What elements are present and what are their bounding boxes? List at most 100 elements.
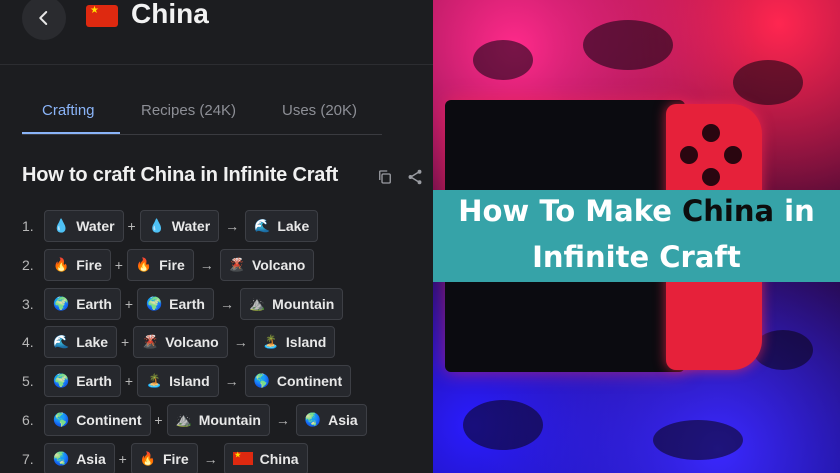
element-label: Fire <box>76 256 102 273</box>
element-chip[interactable]: 🌏 Asia <box>44 442 115 473</box>
element-emoji-icon: 🌏 <box>53 450 70 466</box>
recipe-step: 4. 🌊 Lake + 🌋 Volcano → 🏝️ Island <box>22 326 336 359</box>
recipe-step: 6. 🌎 Continent + ⛰️ Mountain → 🌏 Asia <box>22 404 367 436</box>
banner-line-2: Infinite Craft <box>532 240 741 274</box>
element-label: Lake <box>277 218 310 234</box>
element-chip[interactable]: 🏝️ Island <box>253 326 336 359</box>
tab-crafting[interactable]: Crafting <box>42 102 95 119</box>
texture-speck <box>583 20 673 70</box>
active-tab-indicator <box>22 132 120 134</box>
section-heading: How to craft China in Infinite Craft <box>22 164 339 186</box>
element-chip[interactable]: 🌊 Lake <box>245 210 319 242</box>
element-label: China <box>259 450 299 467</box>
element-chip[interactable]: 🌋 Volcano <box>219 248 315 281</box>
title-banner: How To Make China in Infinite Craft <box>433 190 840 282</box>
element-emoji-icon: 🔥 <box>139 450 156 466</box>
tab-uses[interactable]: Uses (20K) <box>282 102 357 119</box>
copy-icon[interactable] <box>376 168 394 186</box>
share-icon[interactable] <box>406 168 424 186</box>
element-chip[interactable]: 🔥 Fire <box>44 248 111 281</box>
element-chip[interactable]: 🌊 Lake <box>44 326 118 359</box>
element-chip[interactable]: 🌍 Earth <box>44 287 121 320</box>
element-chip[interactable]: 🌍 Earth <box>136 287 214 320</box>
page-title: China <box>131 0 209 29</box>
element-chip[interactable]: 🌎 Continent <box>44 404 151 436</box>
texture-speck <box>473 40 533 80</box>
china-flag-icon <box>232 451 253 466</box>
element-emoji-icon: 🏝️ <box>145 373 163 389</box>
china-flag-icon: ★ <box>86 5 118 27</box>
element-label: Island <box>169 373 210 390</box>
plus-sign: + <box>124 295 134 312</box>
arrow-icon: → <box>233 334 248 351</box>
element-emoji-icon: 🌏 <box>304 412 322 427</box>
element-label: Fire <box>159 256 185 273</box>
element-label: Asia <box>76 450 106 467</box>
element-label: Mountain <box>272 295 335 312</box>
texture-speck <box>463 400 543 450</box>
step-number: 7. <box>22 450 34 467</box>
recipe-step: 2. 🔥 Fire + 🔥 Fire → 🌋 Volcano <box>22 248 315 281</box>
recipe-step: 5. 🌍 Earth + 🏝️ Island → 🌎 Continent <box>22 365 352 398</box>
element-label: Volcano <box>251 256 306 273</box>
tab-recipes[interactable]: Recipes (24K) <box>141 102 236 119</box>
recipe-step: 7. 🌏 Asia + 🔥 Fire → China <box>22 442 308 473</box>
top-bar: ★ China <box>0 0 433 65</box>
element-label: Earth <box>76 295 112 312</box>
plus-sign: + <box>121 334 130 351</box>
element-chip[interactable]: 🏝️ Island <box>136 365 219 398</box>
element-label: Continent <box>76 412 142 428</box>
element-chip[interactable]: 🔥 Fire <box>126 248 194 281</box>
element-label: Asia <box>328 412 358 428</box>
controller-button <box>702 124 720 142</box>
plus-sign: + <box>118 450 127 467</box>
element-chip[interactable]: 🌍 Earth <box>44 365 121 398</box>
element-chip[interactable]: 🔥 Fire <box>130 442 198 473</box>
element-chip[interactable]: 💧 Water <box>44 210 124 242</box>
element-label: Earth <box>169 295 205 312</box>
thumbnail-image: How To Make China in Infinite Craft <box>433 0 840 473</box>
banner-line-1: How To Make China in <box>458 194 815 228</box>
chevron-left-icon <box>39 11 48 25</box>
element-emoji-icon: 🏝️ <box>262 334 279 350</box>
element-emoji-icon: 🔥 <box>53 256 70 272</box>
element-emoji-icon: 🌊 <box>254 218 271 233</box>
element-label: Water <box>76 218 115 234</box>
arrow-icon: → <box>203 450 218 467</box>
element-chip[interactable]: ⛰️ Mountain <box>166 404 270 436</box>
recipe-panel: ★ China Crafting Recipes (24K) Uses (20K… <box>0 0 433 473</box>
element-label: Volcano <box>165 334 219 351</box>
step-number: 6. <box>22 412 34 428</box>
back-button[interactable] <box>22 0 66 40</box>
texture-speck <box>733 60 803 105</box>
step-number: 5. <box>22 373 34 390</box>
arrow-icon: → <box>225 218 240 234</box>
step-number: 2. <box>22 256 34 273</box>
plus-sign: + <box>127 218 136 234</box>
element-emoji-icon: 🌊 <box>53 334 70 350</box>
element-chip[interactable]: China <box>223 442 308 473</box>
element-emoji-icon: 🔥 <box>135 256 153 272</box>
element-emoji-icon: 💧 <box>148 218 165 233</box>
step-number: 1. <box>22 218 34 234</box>
element-emoji-icon: 🌍 <box>53 373 70 389</box>
element-chip[interactable]: 💧 Water <box>139 210 220 242</box>
element-chip[interactable]: 🌋 Volcano <box>133 326 228 359</box>
element-emoji-icon: 🌍 <box>145 295 163 311</box>
step-number: 3. <box>22 295 34 312</box>
element-chip[interactable]: ⛰️ Mountain <box>239 287 344 320</box>
controller-button <box>724 146 742 164</box>
element-emoji-icon: ⛰️ <box>175 412 192 427</box>
element-label: Continent <box>276 373 343 390</box>
element-label: Fire <box>162 450 189 467</box>
element-label: Water <box>171 218 211 234</box>
element-chip[interactable]: 🌏 Asia <box>295 404 367 436</box>
texture-speck <box>753 330 813 370</box>
recipe-step: 1. 💧 Water + 💧 Water → 🌊 Lake <box>22 210 319 242</box>
element-chip[interactable]: 🌎 Continent <box>244 365 352 398</box>
arrow-icon: → <box>224 373 239 390</box>
element-label: Mountain <box>198 412 261 428</box>
element-label: Lake <box>76 334 109 351</box>
tab-bar: Crafting Recipes (24K) Uses (20K) <box>22 92 382 135</box>
recipe-step: 3. 🌍 Earth + 🌍 Earth → ⛰️ Mountain <box>22 287 344 320</box>
